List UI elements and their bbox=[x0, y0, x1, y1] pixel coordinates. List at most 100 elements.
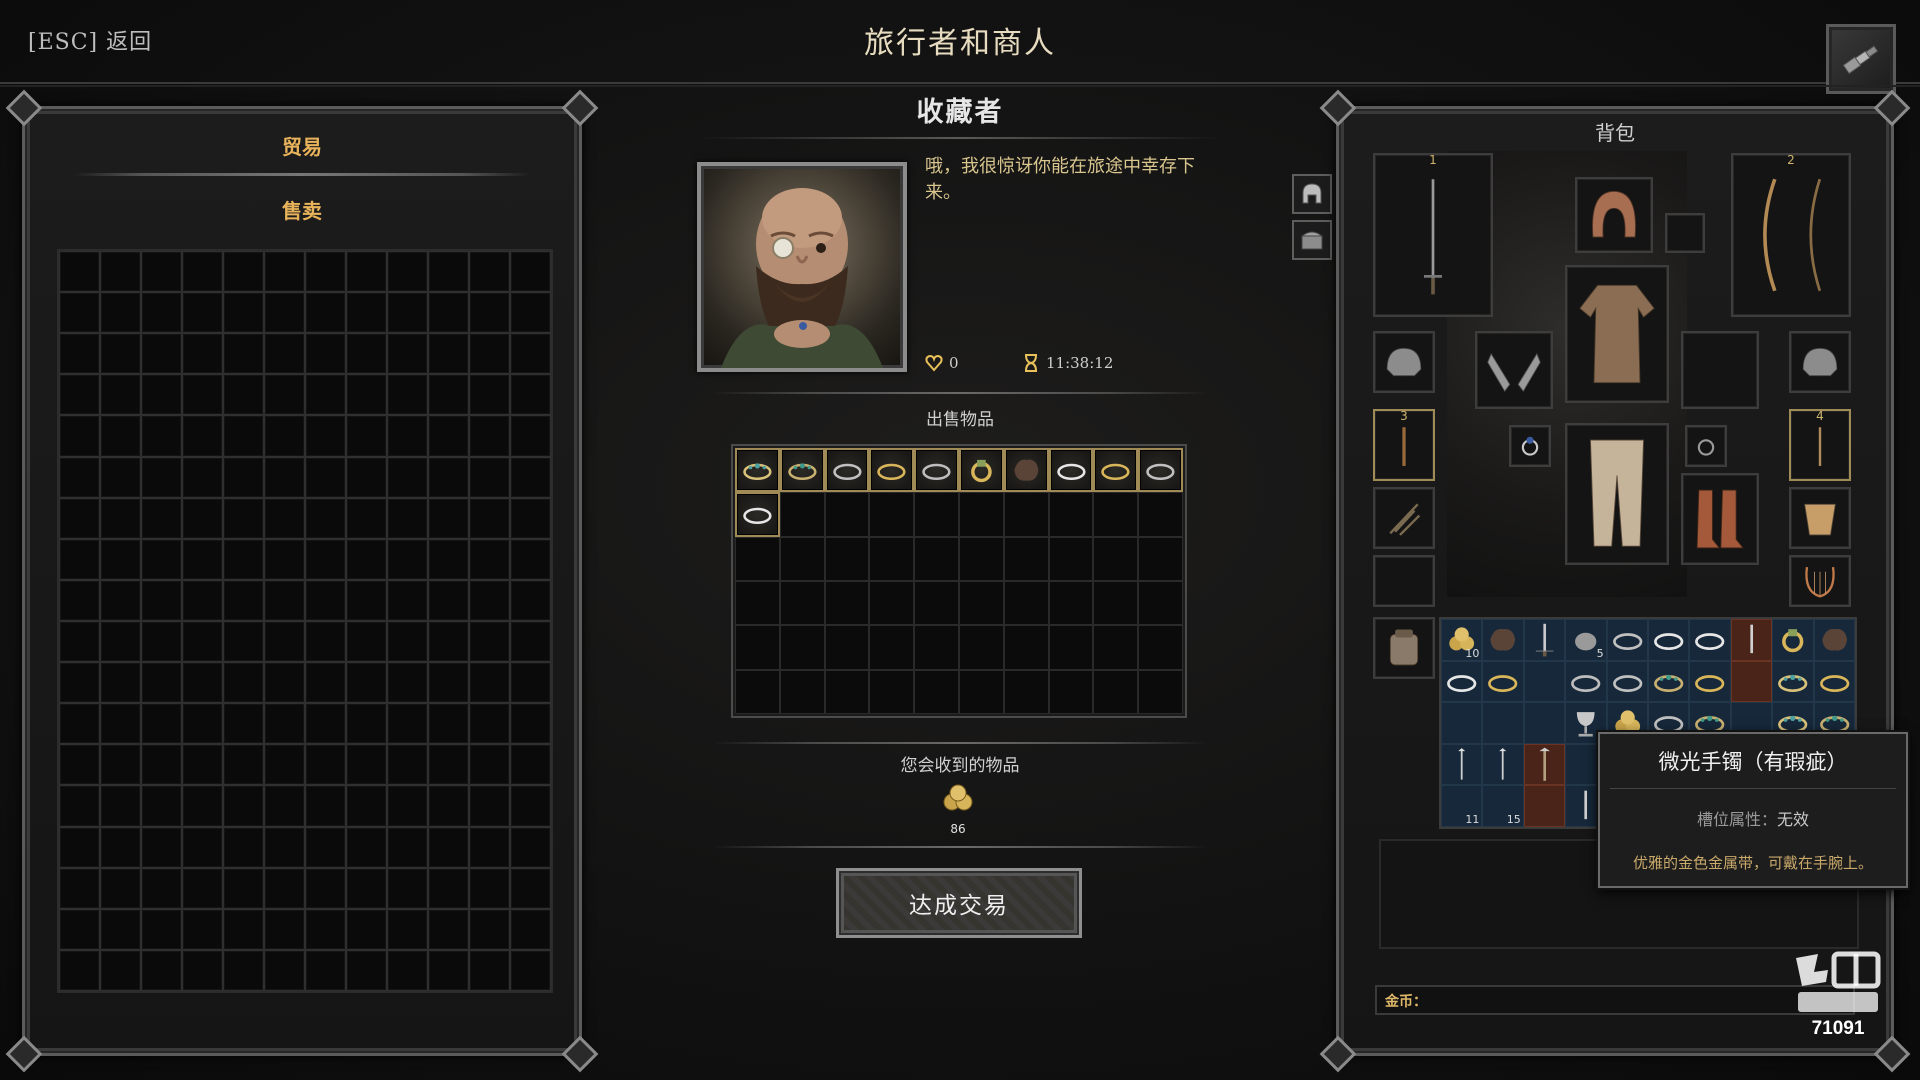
sale-grid-cell[interactable] bbox=[1093, 580, 1139, 626]
sell-grid-cell[interactable] bbox=[305, 538, 346, 580]
sell-grid-cell[interactable] bbox=[428, 292, 469, 334]
sale-grid-cell[interactable] bbox=[869, 580, 915, 626]
sell-grid-cell[interactable] bbox=[264, 579, 305, 621]
sell-grid-cell[interactable] bbox=[59, 949, 100, 991]
sell-grid-cell[interactable] bbox=[223, 785, 264, 827]
backpack-grid-cell[interactable]: 15 bbox=[1482, 785, 1524, 827]
sale-grid-cell[interactable] bbox=[1093, 625, 1139, 670]
sell-grid-cell[interactable] bbox=[141, 374, 182, 416]
sell-grid-cell[interactable] bbox=[59, 908, 100, 950]
sell-grid-cell[interactable] bbox=[346, 620, 387, 663]
backpack-grid-cell[interactable] bbox=[1523, 785, 1566, 827]
sell-grid-cell[interactable] bbox=[182, 374, 223, 416]
sale-grid-cell[interactable] bbox=[1138, 625, 1183, 670]
sell-grid-cell[interactable] bbox=[264, 867, 305, 909]
sale-item-slot[interactable] bbox=[914, 448, 959, 493]
sale-grid-cell[interactable] bbox=[1003, 580, 1049, 626]
sell-grid-cell[interactable] bbox=[387, 538, 428, 580]
sell-grid-cell[interactable] bbox=[182, 703, 223, 745]
sale-grid-cell[interactable] bbox=[824, 536, 870, 581]
sell-grid-cell[interactable] bbox=[305, 456, 346, 498]
sell-grid-cell[interactable] bbox=[223, 415, 264, 457]
sell-grid-cell[interactable] bbox=[346, 826, 387, 868]
sell-grid-cell[interactable] bbox=[387, 251, 428, 293]
backpack-item-slot[interactable]: 5 bbox=[1565, 619, 1607, 661]
sell-grid-cell[interactable] bbox=[223, 374, 264, 416]
sell-grid-cell[interactable] bbox=[469, 867, 510, 909]
sell-grid-cell[interactable] bbox=[141, 333, 182, 375]
sell-grid-cell[interactable] bbox=[100, 620, 141, 663]
sell-grid-cell[interactable] bbox=[264, 251, 305, 293]
quick-slot-4b[interactable] bbox=[1789, 487, 1851, 549]
sell-grid-cell[interactable] bbox=[387, 579, 428, 621]
sell-grid-cell[interactable] bbox=[59, 620, 100, 663]
sell-grid-cell[interactable] bbox=[428, 374, 469, 416]
sale-grid-cell[interactable] bbox=[914, 492, 959, 537]
sell-grid-cell[interactable] bbox=[428, 662, 469, 704]
sell-grid-cell[interactable] bbox=[100, 785, 141, 827]
sell-grid-cell[interactable] bbox=[182, 867, 223, 909]
sell-grid-cell[interactable] bbox=[223, 333, 264, 375]
quick-slot-4c[interactable] bbox=[1789, 555, 1851, 607]
sell-grid-cell[interactable] bbox=[182, 251, 223, 293]
backpack-item-slot[interactable] bbox=[1772, 660, 1814, 703]
spyglass-button[interactable] bbox=[1826, 24, 1896, 94]
sell-grid-cell[interactable] bbox=[223, 538, 264, 580]
sell-grid-cell[interactable] bbox=[59, 744, 100, 786]
sale-grid-cell[interactable] bbox=[1003, 625, 1049, 670]
feet-slot[interactable] bbox=[1681, 473, 1759, 565]
sell-grid-cell[interactable] bbox=[305, 579, 346, 621]
sell-grid-cell[interactable] bbox=[100, 538, 141, 580]
sale-grid-cell[interactable] bbox=[779, 580, 825, 626]
sell-grid-cell[interactable] bbox=[469, 620, 510, 663]
quick-slot-3c[interactable] bbox=[1373, 555, 1435, 607]
belt-slot-left[interactable] bbox=[1373, 331, 1435, 393]
sell-grid-cell[interactable] bbox=[264, 662, 305, 704]
sell-grid-cell[interactable] bbox=[469, 949, 510, 991]
sell-grid-cell[interactable] bbox=[469, 744, 510, 786]
tab-sell[interactable]: 售卖 bbox=[25, 195, 579, 224]
sale-grid-cell[interactable] bbox=[958, 669, 1004, 714]
backpack-slot[interactable] bbox=[1373, 617, 1435, 679]
backpack-item-slot[interactable] bbox=[1482, 619, 1524, 661]
sell-grid-cell[interactable] bbox=[182, 662, 223, 704]
sell-grid-cell[interactable] bbox=[59, 538, 100, 580]
sale-grid-cell[interactable] bbox=[1048, 625, 1094, 670]
sell-grid-cell[interactable] bbox=[387, 456, 428, 498]
sale-grid-cell[interactable] bbox=[1003, 492, 1049, 537]
sell-grid-cell[interactable] bbox=[141, 251, 182, 293]
sale-grid-cell[interactable] bbox=[869, 625, 915, 670]
sell-grid-cell[interactable] bbox=[428, 538, 469, 580]
sale-grid-cell[interactable] bbox=[735, 536, 780, 581]
sale-grid-cell[interactable] bbox=[914, 625, 959, 670]
sell-grid[interactable] bbox=[57, 249, 553, 993]
sell-grid-cell[interactable] bbox=[59, 826, 100, 868]
sale-grid-cell[interactable] bbox=[779, 536, 825, 581]
sell-grid-cell[interactable] bbox=[264, 374, 305, 416]
sell-grid-cell[interactable] bbox=[182, 949, 223, 991]
sell-grid-cell[interactable] bbox=[387, 374, 428, 416]
sell-grid-cell[interactable] bbox=[100, 949, 141, 991]
sell-grid-cell[interactable] bbox=[346, 908, 387, 950]
sell-grid-cell[interactable] bbox=[264, 785, 305, 827]
sale-grid-cell[interactable] bbox=[779, 669, 825, 714]
cloak-slot[interactable] bbox=[1681, 331, 1759, 409]
sell-grid-cell[interactable] bbox=[428, 949, 469, 991]
sell-grid-cell[interactable] bbox=[264, 703, 305, 745]
weapon-slot-2[interactable]: 2 bbox=[1731, 153, 1851, 317]
sell-grid-cell[interactable] bbox=[100, 826, 141, 868]
sell-grid-cell[interactable] bbox=[182, 579, 223, 621]
quick-slot-3b[interactable] bbox=[1373, 487, 1435, 549]
sell-grid-cell[interactable] bbox=[305, 908, 346, 950]
sell-grid-cell[interactable] bbox=[428, 908, 469, 950]
sale-grid-cell[interactable] bbox=[1138, 580, 1183, 626]
backpack-item-slot[interactable] bbox=[1482, 660, 1524, 703]
sell-grid-cell[interactable] bbox=[141, 620, 182, 663]
sell-grid-cell[interactable] bbox=[428, 333, 469, 375]
sell-grid-cell[interactable] bbox=[469, 662, 510, 704]
sale-grid-cell[interactable] bbox=[779, 625, 825, 670]
sell-grid-cell[interactable] bbox=[510, 374, 551, 416]
sell-grid-cell[interactable] bbox=[346, 415, 387, 457]
sell-grid-cell[interactable] bbox=[387, 949, 428, 991]
sell-grid-cell[interactable] bbox=[223, 497, 264, 539]
